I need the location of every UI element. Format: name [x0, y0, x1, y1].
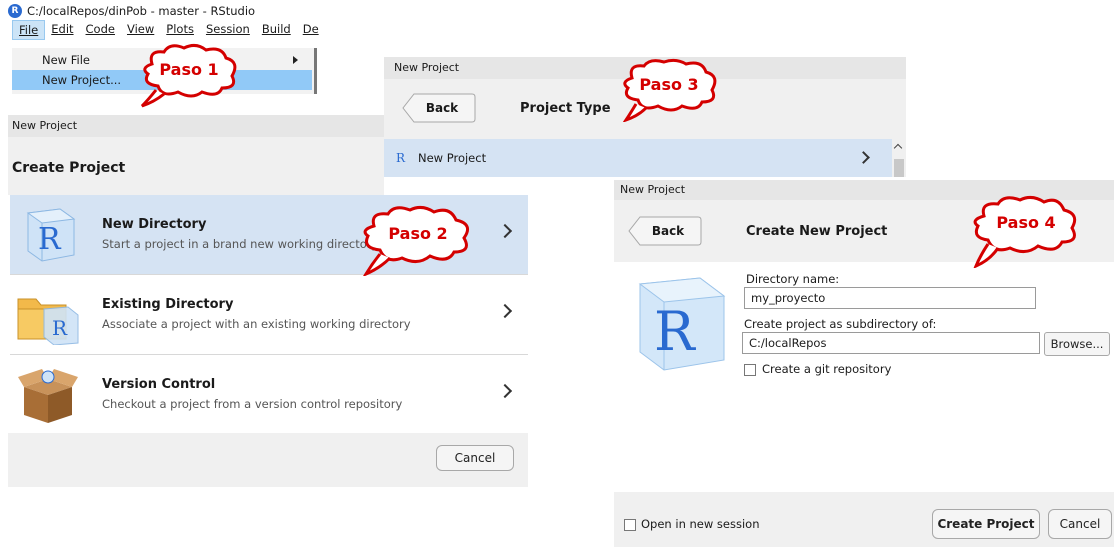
callout-text: Paso 1 [159, 59, 219, 79]
menu-session[interactable]: Session [200, 20, 256, 40]
option-version-control[interactable]: Version Control Checkout a project from … [10, 355, 528, 435]
dialog-footer: Open in new session Create Project Cance… [614, 492, 1114, 547]
menu-item-new-file-label: New File [42, 53, 90, 67]
svg-text:R: R [654, 300, 696, 363]
option-title: New Directory [102, 217, 207, 232]
callout-text: Paso 2 [388, 223, 448, 243]
back-button-label: Back [651, 224, 685, 238]
chevron-right-icon [857, 151, 870, 164]
scroll-up-icon[interactable] [893, 143, 903, 153]
dialog-heading: Create Project [12, 160, 126, 176]
subdirectory-input[interactable]: C:/localRepos [742, 332, 1040, 354]
dialog-title-bar: New Project [8, 115, 384, 137]
callout-paso-2: Paso 2 [356, 204, 480, 276]
dialog-heading: Create New Project [746, 224, 888, 239]
r-icon: R [396, 151, 406, 165]
cancel-button[interactable]: Cancel [436, 445, 514, 471]
option-subtitle: Checkout a project from a version contro… [102, 397, 403, 411]
option-title: Version Control [102, 377, 216, 392]
back-button[interactable]: Back [628, 216, 702, 246]
menu-plots[interactable]: Plots [160, 20, 200, 40]
menu-file[interactable]: File [12, 20, 46, 40]
dialog-footer: Cancel [8, 433, 528, 487]
submenu-arrow-icon [293, 56, 298, 64]
menu-build[interactable]: Build [256, 20, 297, 40]
directory-name-label: Directory name: [746, 272, 840, 286]
r-cube-icon: R [638, 277, 726, 371]
rstudio-title-bar: R C:/localRepos/dinPob - master - RStudi… [8, 2, 255, 20]
back-button[interactable]: Back [402, 93, 476, 123]
folder-r-icon: R [17, 298, 79, 345]
menu-item-new-project-label: New Project... [42, 73, 122, 87]
git-repo-label: Create a git repository [762, 362, 892, 376]
chevron-right-icon [497, 383, 513, 399]
svg-text:R: R [38, 222, 62, 257]
dialog-heading: Project Type [520, 101, 611, 116]
rstudio-logo-icon: R [8, 4, 22, 18]
r-cube-icon: R [26, 208, 76, 262]
option-subtitle: Associate a project with an existing wor… [102, 317, 411, 331]
git-repo-checkbox[interactable] [744, 364, 756, 376]
callout-paso-1: Paso 1 [134, 42, 244, 108]
window-title: C:/localRepos/dinPob - master - RStudio [27, 4, 256, 18]
chevron-right-icon [497, 303, 513, 319]
scrollbar[interactable] [892, 139, 906, 177]
callout-paso-3: Paso 3 [614, 58, 724, 122]
open-new-session-label: Open in new session [641, 517, 760, 531]
callout-paso-4: Paso 4 [966, 194, 1086, 268]
menubar: File Edit Code View Plots Session Build … [12, 20, 325, 40]
option-title: Existing Directory [102, 297, 234, 312]
callout-text: Paso 3 [639, 74, 699, 94]
menu-code[interactable]: Code [80, 20, 121, 40]
browse-button[interactable]: Browse... [1044, 332, 1110, 356]
menu-edit[interactable]: Edit [45, 20, 79, 40]
project-type-label: New Project [418, 151, 487, 165]
option-subtitle: Start a project in a brand new working d… [102, 237, 379, 251]
option-existing-directory[interactable]: R Existing Directory Associate a project… [10, 275, 528, 355]
menu-debug[interactable]: De [297, 20, 325, 40]
dialog-body: R Directory name: my_proyecto Create pro… [614, 262, 1114, 492]
svg-text:R: R [52, 316, 68, 340]
subdirectory-label: Create project as subdirectory of: [744, 317, 937, 331]
project-type-row[interactable]: R New Project [384, 139, 892, 177]
create-project-button[interactable]: Create Project [932, 509, 1040, 539]
box-icon [18, 369, 78, 423]
scrollbar-thumb[interactable] [894, 159, 904, 177]
cancel-button[interactable]: Cancel [1048, 509, 1112, 539]
callout-text: Paso 4 [996, 212, 1056, 232]
menu-view[interactable]: View [121, 20, 160, 40]
open-new-session-checkbox[interactable] [624, 519, 636, 531]
chevron-right-icon [497, 223, 513, 239]
back-button-label: Back [425, 101, 459, 115]
directory-name-input[interactable]: my_proyecto [744, 287, 1036, 309]
